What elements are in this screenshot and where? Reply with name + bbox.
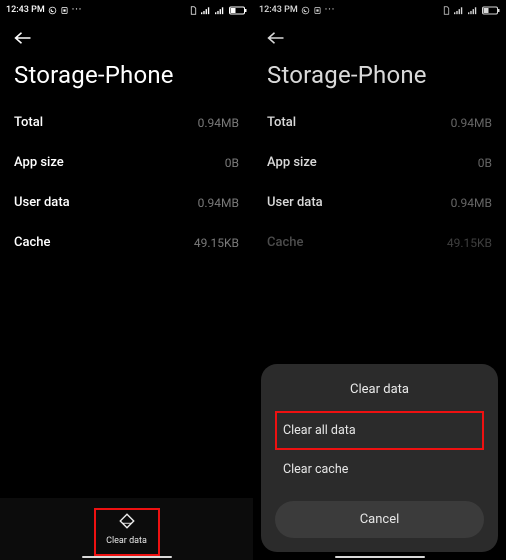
status-right <box>189 6 247 15</box>
back-icon[interactable] <box>14 31 32 45</box>
clear-data-label: Clear data <box>106 536 147 546</box>
row-label: Total <box>14 115 43 130</box>
sheet-option-clear-all-data[interactable]: Clear all data <box>275 411 484 450</box>
clear-data-button[interactable]: Clear data <box>94 506 159 552</box>
bottom-action-bar: Clear data <box>0 498 253 560</box>
signal-icon-2 <box>215 6 226 15</box>
row-label: User data <box>14 195 70 210</box>
row-user-data: User data 0.94MB <box>14 183 239 223</box>
cancel-label: Cancel <box>360 512 400 527</box>
battery-icon <box>229 6 247 15</box>
clear-data-sheet: Clear data Clear all data Clear cache Ca… <box>261 364 498 552</box>
screenshot-icon <box>60 6 69 15</box>
clear-data-icon <box>118 512 136 533</box>
row-value: 0B <box>225 156 239 170</box>
sim-icon <box>189 6 198 15</box>
home-indicator <box>82 556 172 558</box>
row-value: 0.94MB <box>198 196 239 210</box>
row-total: Total 0.94MB <box>14 103 239 143</box>
storage-rows: Total 0.94MB App size 0B User data 0.94M… <box>0 103 253 263</box>
row-label: App size <box>14 155 64 170</box>
sheet-option-label: Clear all data <box>283 423 356 438</box>
more-icon: ··· <box>72 6 83 15</box>
phone-left: 12:43 PM ··· <box>0 0 253 560</box>
status-time: 12:43 PM <box>6 5 45 15</box>
whatsapp-icon <box>48 6 57 15</box>
page-title: Storage-Phone <box>0 53 253 103</box>
cancel-button[interactable]: Cancel <box>275 501 484 538</box>
sheet-option-label: Clear cache <box>283 462 348 477</box>
status-left: 12:43 PM ··· <box>6 5 82 15</box>
row-value: 49.15KB <box>194 236 239 250</box>
sheet-option-clear-cache[interactable]: Clear cache <box>275 450 484 489</box>
header <box>0 20 253 53</box>
row-cache: Cache 49.15KB <box>14 223 239 263</box>
phone-right: 12:43 PM ··· <box>253 0 506 560</box>
home-indicator <box>335 556 425 558</box>
row-label: Cache <box>14 235 50 250</box>
row-value: 0.94MB <box>198 116 239 130</box>
row-app-size: App size 0B <box>14 143 239 183</box>
status-bar: 12:43 PM ··· <box>0 0 253 20</box>
signal-icon <box>201 6 212 15</box>
sheet-title: Clear data <box>275 382 484 397</box>
